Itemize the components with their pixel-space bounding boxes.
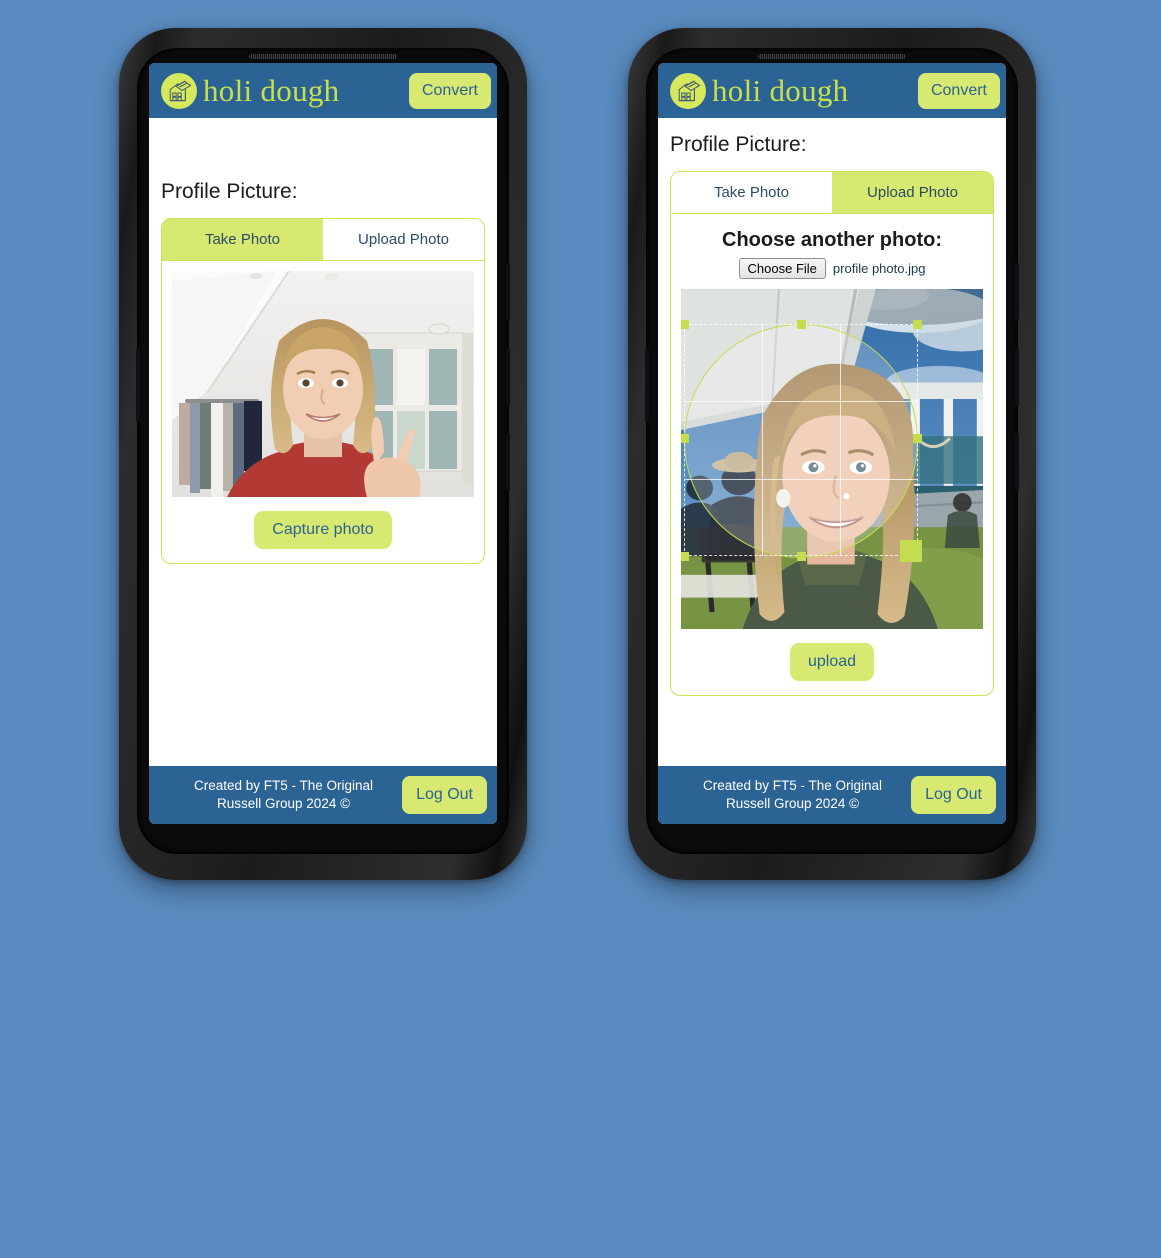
capture-photo-row: Capture photo (172, 511, 474, 549)
upload-row: upload (681, 643, 983, 681)
volume-up-button[interactable] (506, 263, 510, 321)
phone-bezel: holi dough Convert Profile Picture: Take… (645, 48, 1019, 854)
footer-credit: Created by FT5 - The Original Russell Gr… (193, 777, 374, 811)
tab-upload-photo[interactable]: Upload Photo (832, 172, 993, 213)
uploaded-photo (681, 289, 983, 629)
app-header: holi dough Convert (149, 63, 497, 118)
selected-file-name: profile photo.jpg (832, 261, 926, 276)
tab-upload-photo[interactable]: Upload Photo (323, 219, 484, 260)
app-screen-take-photo: holi dough Convert Profile Picture: Take… (149, 63, 497, 824)
app-footer: Created by FT5 - The Original Russell Gr… (149, 766, 497, 824)
webcam-preview[interactable] (172, 271, 474, 497)
page-title: Profile Picture: (161, 180, 298, 203)
tab-take-photo[interactable]: Take Photo (162, 219, 323, 260)
power-button[interactable] (136, 348, 140, 422)
screen-content: Profile Picture: Take Photo Upload Photo (149, 118, 497, 766)
tab-bar: Take Photo Upload Photo (671, 172, 993, 214)
upload-heading: Choose another photo: (722, 229, 942, 251)
earpiece-speaker-icon (249, 54, 397, 59)
volume-up-button[interactable] (1015, 263, 1019, 321)
side-button[interactable] (1015, 433, 1019, 491)
file-input-row[interactable]: Choose File profile photo.jpg (681, 258, 983, 279)
house-logo-icon[interactable] (161, 72, 197, 109)
upload-button[interactable]: upload (789, 643, 875, 681)
side-button[interactable] (506, 433, 510, 491)
tab-take-photo[interactable]: Take Photo (671, 172, 832, 213)
logout-button[interactable]: Log Out (911, 776, 996, 814)
house-logo-icon[interactable] (670, 72, 706, 109)
convert-button[interactable]: Convert (917, 72, 1000, 109)
volume-down-button[interactable] (1015, 348, 1019, 406)
app-screen-upload-photo: holi dough Convert Profile Picture: Take… (658, 63, 1006, 824)
profile-picture-card: Take Photo Upload Photo Capture photo (161, 218, 485, 564)
tab-panel-take-photo: Capture photo (162, 261, 484, 563)
phone-device-take-photo: holi dough Convert Profile Picture: Take… (119, 28, 527, 880)
screen-content: Profile Picture: Take Photo Upload Photo… (658, 118, 1006, 766)
footer-credit: Created by FT5 - The Original Russell Gr… (702, 777, 883, 811)
choose-file-button[interactable]: Choose File (738, 258, 826, 279)
volume-down-button[interactable] (506, 348, 510, 406)
app-footer: Created by FT5 - The Original Russell Gr… (658, 766, 1006, 824)
phone-device-upload-photo: holi dough Convert Profile Picture: Take… (628, 28, 1036, 880)
brand-name: holi dough (203, 72, 340, 108)
power-button[interactable] (645, 348, 649, 422)
profile-picture-card: Take Photo Upload Photo Choose another p… (670, 171, 994, 696)
phone-bezel: holi dough Convert Profile Picture: Take… (136, 48, 510, 854)
logout-button[interactable]: Log Out (402, 776, 487, 814)
crop-editor[interactable] (681, 289, 983, 629)
brand-name: holi dough (712, 72, 849, 108)
earpiece-speaker-icon (758, 54, 906, 59)
capture-photo-button[interactable]: Capture photo (254, 511, 392, 549)
tab-panel-upload-photo: Choose another photo: Choose File profil… (671, 214, 993, 695)
page-title: Profile Picture: (670, 133, 807, 156)
tab-bar: Take Photo Upload Photo (162, 219, 484, 261)
app-header: holi dough Convert (658, 63, 1006, 118)
convert-button[interactable]: Convert (408, 72, 491, 109)
